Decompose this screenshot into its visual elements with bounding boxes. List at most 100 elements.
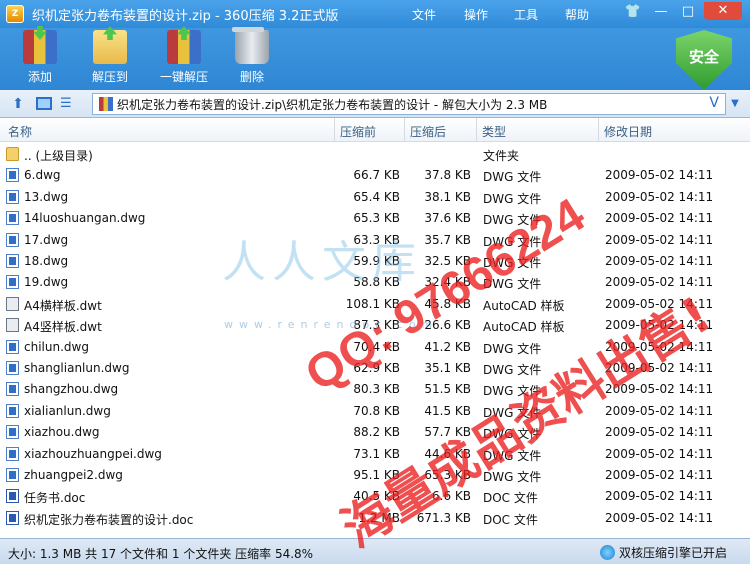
add-button[interactable]: 添加 xyxy=(10,30,70,85)
file-date: 2009-05-02 14:11 xyxy=(605,446,714,461)
column-name[interactable]: 名称 xyxy=(8,123,32,140)
file-name: .. (上级目录) xyxy=(24,149,93,163)
dwg-file-icon xyxy=(6,446,19,461)
menu-help[interactable]: 帮助 xyxy=(565,6,605,23)
dwg-file-icon xyxy=(6,339,19,354)
column-divider[interactable] xyxy=(334,118,335,142)
engine-icon xyxy=(600,545,615,560)
path-v-icon[interactable]: V xyxy=(709,95,719,111)
one-click-extract-label: 一键解压 xyxy=(159,70,208,84)
file-size-after: 51.5 KB xyxy=(424,382,471,397)
dwg-file-icon xyxy=(6,189,19,204)
status-text: 大小: 1.3 MB 共 17 个文件和 1 个文件夹 压缩率 54.8% xyxy=(8,547,314,561)
file-name: xiazhou.dwg xyxy=(24,425,100,440)
app-logo-icon: Z xyxy=(6,5,24,23)
file-name: chilun.dwg xyxy=(24,339,89,354)
file-row[interactable]: .. (上级目录) 文件夹 xyxy=(0,144,750,165)
extract-label: 解压到 xyxy=(91,70,128,84)
file-date: 2009-05-02 14:11 xyxy=(605,468,714,482)
menu-file[interactable]: 文件 xyxy=(412,6,452,23)
folder-icon xyxy=(6,147,19,161)
file-row[interactable]: xiazhouzhuangpei.dwg 73.1 KB 44.6 KB DWG 文件… xyxy=(0,444,750,465)
file-date: 2009-05-02 14:11 xyxy=(605,425,714,440)
engine-status[interactable]: 双核压缩引擎已开启 xyxy=(600,544,727,561)
file-row[interactable]: xiazhou.dwg 88.2 KB 57.7 KB DWG 文件 2009-05-0… xyxy=(0,422,750,443)
column-date[interactable]: 修改日期 xyxy=(604,123,652,140)
column-type[interactable]: 类型 xyxy=(482,123,506,140)
file-name: 任务书.doc xyxy=(24,491,86,506)
path-text: 织机定张力卷布装置的设计.zip\织机定张力卷布装置的设计 - 解包大小为 2.… xyxy=(117,97,548,112)
delete-button[interactable]: 删除 xyxy=(222,27,282,85)
file-name: 6.dwg xyxy=(24,168,61,183)
one-click-extract-icon xyxy=(167,30,201,64)
add-archive-icon xyxy=(23,30,57,64)
file-name: shangzhou.dwg xyxy=(24,382,119,397)
file-size-before: 65.3 KB xyxy=(353,211,400,226)
file-date: 2009-05-02 14:11 xyxy=(605,489,714,504)
dwg-file-icon xyxy=(6,232,19,247)
thumbnail-view-icon[interactable] xyxy=(36,97,52,110)
menu-operation[interactable]: 操作 xyxy=(464,6,504,23)
maximize-button[interactable]: □ xyxy=(677,2,699,22)
doc-file-icon xyxy=(6,510,19,525)
dwg-file-icon xyxy=(6,425,19,440)
toolbar: 添加 解压到 一键解压 删除 xyxy=(0,27,750,90)
dwt-file-icon xyxy=(6,296,19,311)
column-before[interactable]: 压缩前 xyxy=(340,123,376,140)
file-type: DOC 文件 xyxy=(483,491,538,506)
watermark-logo: 人人文库 xyxy=(222,237,422,288)
file-name: 织机定张力卷布装置的设计.doc xyxy=(24,512,194,527)
column-after[interactable]: 压缩后 xyxy=(410,123,446,140)
file-size-after: 38.1 KB xyxy=(424,189,471,204)
column-divider[interactable] xyxy=(404,118,405,142)
path-dropdown-icon[interactable]: ▼ xyxy=(727,96,743,112)
window-title: 织机定张力卷布装置的设计.zip - 360压缩 3.2正式版 xyxy=(32,8,339,24)
file-date: 2009-05-02 14:11 xyxy=(605,189,714,204)
file-date: 2009-05-02 14:11 xyxy=(605,232,714,247)
doc-file-icon xyxy=(6,489,19,504)
dwg-file-icon xyxy=(6,211,19,226)
file-name: A4竖样板.dwt xyxy=(24,320,102,335)
skin-icon[interactable]: 👕 xyxy=(624,2,642,22)
address-bar: ⬆ ☰ 织机定张力卷布装置的设计.zip\织机定张力卷布装置的设计 - 解包大小… xyxy=(0,90,750,118)
add-label: 添加 xyxy=(27,70,52,84)
zip-archive-icon xyxy=(99,97,113,111)
file-size-after: 37.6 KB xyxy=(424,211,471,226)
file-size-before: 70.8 KB xyxy=(353,403,400,418)
file-date: 2009-05-02 14:11 xyxy=(605,275,714,290)
path-field[interactable]: 织机定张力卷布装置的设计.zip\织机定张力卷布装置的设计 - 解包大小为 2.… xyxy=(92,93,726,115)
minimize-button[interactable]: — xyxy=(650,2,672,22)
file-row[interactable]: 6.dwg 66.7 KB 37.8 KB DWG 文件 2009-05-02 14:1… xyxy=(0,165,750,186)
file-size-before: 66.7 KB xyxy=(353,168,400,183)
file-name: 17.dwg xyxy=(24,232,69,247)
menu-tools[interactable]: 工具 xyxy=(514,6,554,23)
file-size-before: 65.4 KB xyxy=(353,189,400,204)
file-name: 13.dwg xyxy=(24,189,69,204)
file-row[interactable]: 13.dwg 65.4 KB 38.1 KB DWG 文件 2009-05-02 14:… xyxy=(0,187,750,208)
extract-to-button[interactable]: 解压到 xyxy=(80,30,140,85)
file-type: AutoCAD 样板 xyxy=(483,298,565,313)
list-view-icon[interactable]: ☰ xyxy=(60,96,78,112)
file-name: 19.dwg xyxy=(24,275,69,290)
one-click-extract-button[interactable]: 一键解压 xyxy=(152,30,216,85)
dwg-file-icon xyxy=(6,468,19,482)
column-divider[interactable] xyxy=(598,118,599,142)
file-date: 2009-05-02 14:11 xyxy=(605,254,714,268)
file-type: DOC 文件 xyxy=(483,512,538,527)
file-type: 文件夹 xyxy=(483,149,520,163)
file-name: shanglianlun.dwg xyxy=(24,361,130,375)
file-size-after: 35.1 KB xyxy=(424,361,471,375)
file-size-before: 73.1 KB xyxy=(353,446,400,461)
dwg-file-icon xyxy=(6,382,19,397)
file-size-after: 37.8 KB xyxy=(424,168,471,183)
up-arrow-icon[interactable]: ⬆ xyxy=(10,96,26,112)
dwg-file-icon xyxy=(6,254,19,268)
column-header: 名称 压缩前 压缩后 类型 修改日期 xyxy=(0,118,750,142)
extract-folder-icon xyxy=(93,30,127,64)
file-date: 2009-05-02 14:11 xyxy=(605,510,714,525)
close-button[interactable]: ✕ xyxy=(704,2,742,20)
dwg-file-icon xyxy=(6,168,19,183)
file-row[interactable]: xialianlun.dwg 70.8 KB 41.5 KB DWG 文件 2009-0… xyxy=(0,401,750,422)
dwt-file-icon xyxy=(6,318,19,333)
column-divider[interactable] xyxy=(476,118,477,142)
